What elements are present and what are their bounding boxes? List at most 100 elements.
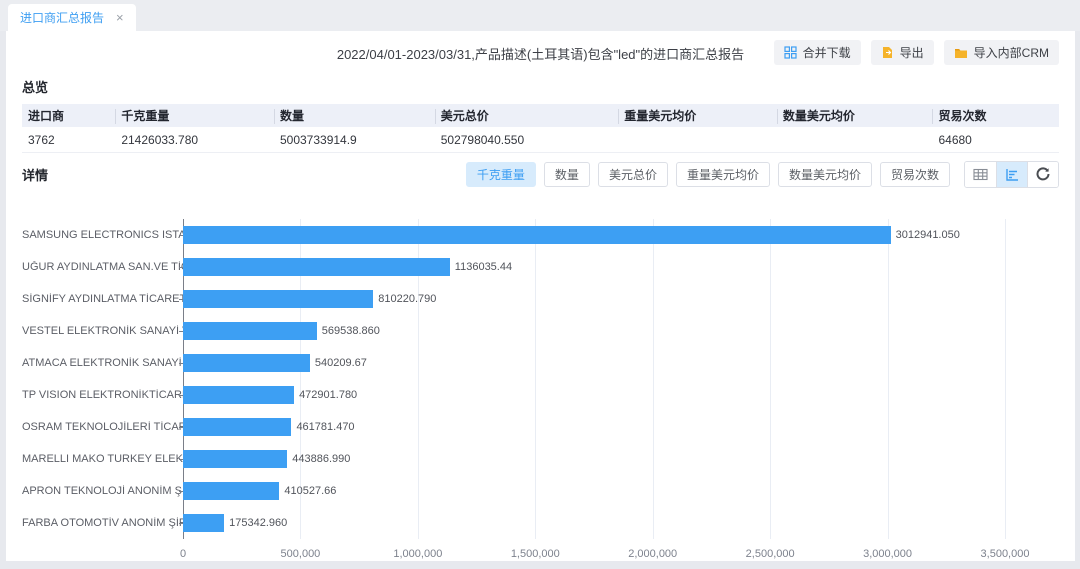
category-label: APRON TEKNOLOJİ ANONİM ŞİRKETİ	[22, 485, 183, 497]
overview-cell: 5003733914.9	[274, 133, 435, 147]
bar[interactable]	[183, 354, 310, 372]
bar-track: 461781.470	[183, 411, 1005, 443]
bar[interactable]	[183, 322, 317, 340]
merge-download-icon	[784, 46, 797, 59]
bar-track: 1136035.44	[183, 251, 1005, 283]
overview-section-label: 总览	[22, 77, 1059, 96]
chart-bar-row: UĞUR AYDINLATMA SAN.VE TİC.LTD... 1136035…	[22, 251, 1059, 283]
bar[interactable]	[183, 258, 450, 276]
bar[interactable]	[183, 290, 373, 308]
merge-download-button[interactable]: 合并下载	[774, 40, 861, 65]
overview-cell: 64680	[932, 133, 1059, 147]
category-label: TP VISION ELEKTRONİKTİCARET AN...	[22, 389, 183, 401]
column-header: 美元总价	[435, 107, 619, 124]
bar[interactable]	[183, 450, 287, 468]
details-toolbar: 详情 千克重量数量美元总价重量美元均价数量美元均价贸易次数	[22, 161, 1059, 187]
column-header: 贸易次数	[932, 107, 1059, 124]
bar[interactable]	[183, 482, 279, 500]
overview-cell: 502798040.550	[435, 133, 619, 147]
metric-button[interactable]: 数量	[544, 162, 590, 187]
bar-value-label: 1136035.44	[455, 261, 512, 273]
column-header: 重量美元均价	[618, 107, 777, 124]
x-tick-label: 3,500,000	[981, 548, 1030, 560]
bar-value-label: 410527.66	[284, 485, 336, 497]
overview-cell: 21426033.780	[115, 133, 274, 147]
bar-chart-view-button[interactable]	[996, 162, 1027, 187]
bar-chart: SAMSUNG ELECTRONICS ISTANBUL P...3012941…	[22, 219, 1059, 569]
close-icon[interactable]: ×	[116, 11, 124, 24]
bar-value-label: 810220.790	[378, 293, 436, 305]
chart-bar-row: VESTEL ELEKTRONİK SANAYİ VE Tİ... 569538.…	[22, 315, 1059, 347]
export-icon	[881, 46, 894, 59]
category-label: VESTEL ELEKTRONİK SANAYİ VE Tİ...	[22, 325, 183, 337]
bar-value-label: 3012941.050	[896, 229, 960, 241]
chart-bar-row: SAMSUNG ELECTRONICS ISTANBUL P...3012941…	[22, 219, 1059, 251]
overview-header-row: 进口商千克重量数量美元总价重量美元均价数量美元均价贸易次数	[22, 104, 1059, 127]
bar-value-label: 569538.860	[322, 325, 380, 337]
x-tick-label: 2,500,000	[746, 548, 795, 560]
metric-buttons: 千克重量数量美元总价重量美元均价数量美元均价贸易次数	[458, 162, 950, 187]
bar[interactable]	[183, 418, 291, 436]
category-label: ATMACA ELEKTRONİK SANAYİ VE Tİ...	[22, 357, 183, 369]
bar-track: 540209.67	[183, 347, 1005, 379]
x-tick-label: 3,000,000	[863, 548, 912, 560]
category-label: FARBA OTOMOTİV ANONİM ŞİRKETİ	[22, 517, 183, 529]
bar-value-label: 175342.960	[229, 517, 287, 529]
bar-value-label: 472901.780	[299, 389, 357, 401]
header-actions: 合并下载 导出 导入内部CRM	[774, 40, 1059, 65]
bar-track: 3012941.050	[183, 219, 1005, 251]
tab-importer-summary-report[interactable]: 进口商汇总报告 ×	[8, 4, 136, 31]
category-label: SİGNİFY AYDINLATMA TİCARET ANO...	[22, 293, 183, 305]
import-crm-button[interactable]: 导入内部CRM	[944, 40, 1059, 65]
bar-value-label: 540209.67	[315, 357, 367, 369]
report-panel: 2022/04/01-2023/03/31,产品描述(土耳其语)包含"led"的…	[6, 31, 1075, 561]
metric-button[interactable]: 贸易次数	[880, 162, 950, 187]
bar-track: 175342.960	[183, 507, 1005, 539]
category-label: MARELLI MAKO TURKEY ELEKTRİK S...	[22, 453, 183, 465]
import-crm-label: 导入内部CRM	[974, 44, 1049, 61]
bar-track: 472901.780	[183, 379, 1005, 411]
category-label: OSRAM TEKNOLOJİLERİ TİCARET AN...	[22, 421, 183, 433]
chart-bar-row: TP VISION ELEKTRONİKTİCARET AN... 472901.…	[22, 379, 1059, 411]
bar-chart-view-icon	[1005, 168, 1019, 181]
metric-button[interactable]: 数量美元均价	[778, 162, 872, 187]
report-header: 2022/04/01-2023/03/31,产品描述(土耳其语)包含"led"的…	[22, 31, 1059, 73]
metric-button[interactable]: 千克重量	[466, 162, 536, 187]
refresh-icon-button[interactable]	[1027, 162, 1058, 187]
chart-bar-row: MARELLI MAKO TURKEY ELEKTRİK S... 443886.…	[22, 443, 1059, 475]
x-tick-label: 1,000,000	[393, 548, 442, 560]
column-header: 数量	[274, 107, 435, 124]
metric-button[interactable]: 美元总价	[598, 162, 668, 187]
bar-track: 410527.66	[183, 475, 1005, 507]
bar[interactable]	[183, 386, 294, 404]
refresh-icon	[1036, 167, 1050, 181]
x-tick-label: 1,500,000	[511, 548, 560, 560]
bar-track: 569538.860	[183, 315, 1005, 347]
details-section-label: 详情	[22, 165, 48, 184]
chart-bar-row: APRON TEKNOLOJİ ANONİM ŞİRKETİ 410527.66	[22, 475, 1059, 507]
export-button[interactable]: 导出	[871, 40, 934, 65]
tab-bar: 进口商汇总报告 ×	[0, 0, 1080, 31]
bar-value-label: 461781.470	[296, 421, 354, 433]
chart-bar-row: OSRAM TEKNOLOJİLERİ TİCARET AN... 461781.…	[22, 411, 1059, 443]
x-tick-label: 2,000,000	[628, 548, 677, 560]
bar[interactable]	[183, 514, 224, 532]
x-tick-label: 0	[180, 548, 186, 560]
x-tick-label: 500,000	[281, 548, 321, 560]
chart-bar-row: FARBA OTOMOTİV ANONİM ŞİRKETİ 175342.960	[22, 507, 1059, 539]
table-view-icon	[973, 168, 988, 181]
bar-track: 810220.790	[183, 283, 1005, 315]
table-view-button[interactable]	[965, 162, 996, 187]
chart-bar-row: SİGNİFY AYDINLATMA TİCARET ANO... 810220.…	[22, 283, 1059, 315]
view-toggle-group	[964, 161, 1059, 188]
column-header: 进口商	[22, 107, 115, 124]
bar[interactable]	[183, 226, 891, 244]
overview-cell: 3762	[22, 133, 115, 147]
category-label: UĞUR AYDINLATMA SAN.VE TİC.LTD...	[22, 261, 183, 273]
import-crm-folder-icon	[954, 47, 968, 59]
chart-rows: SAMSUNG ELECTRONICS ISTANBUL P...3012941…	[22, 219, 1059, 539]
chart-bar-row: ATMACA ELEKTRONİK SANAYİ VE Tİ... 540209.…	[22, 347, 1059, 379]
metric-button[interactable]: 重量美元均价	[676, 162, 770, 187]
bar-value-label: 443886.990	[292, 453, 350, 465]
column-header: 千克重量	[115, 107, 274, 124]
